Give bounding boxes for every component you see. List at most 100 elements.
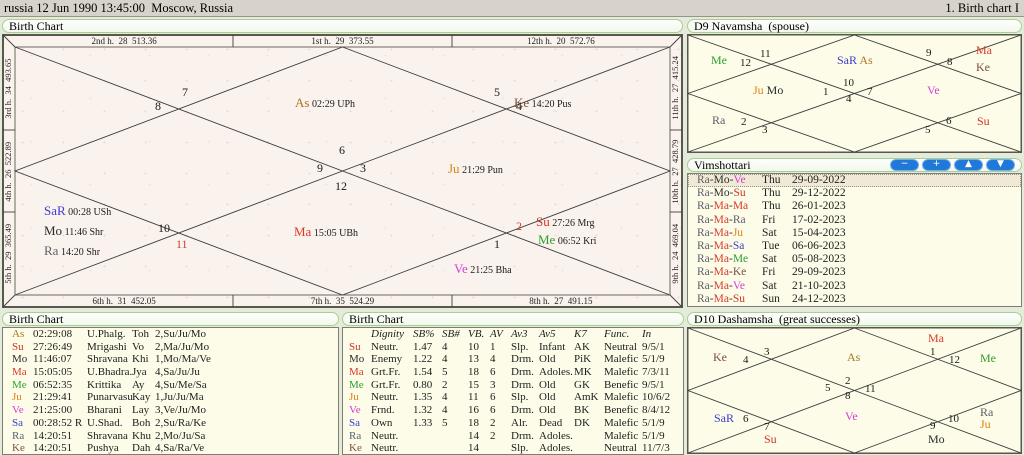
dasha-list[interactable]: Ra-Mo-Ve Thu 29-09-2022 Ra-Mo-Su Thu 29-12-20… xyxy=(687,173,1022,307)
planet-abbr-su: Su xyxy=(349,340,361,353)
table-cell: 4 xyxy=(490,353,496,366)
planet-abbr-ju: Ju xyxy=(349,391,359,404)
house-strength-label: 3rd h. 34 493.65 xyxy=(3,58,13,119)
planet-label: Ma xyxy=(928,331,944,345)
table-row: Ju 21:29:41 Punarvasu Kay 1,Ju/Ju/Ma xyxy=(3,391,338,404)
table-row: Su 27:26:49 Mrigashi Vo 2,Ma/Ju/Mo xyxy=(3,341,338,354)
table-cell: U.Bhadra. xyxy=(87,366,133,379)
panel-header-strengths: Birth Chart xyxy=(342,312,684,326)
table-cell: 8/4/12 xyxy=(642,404,671,417)
dasha-row[interactable]: Ra-Ma-Su Sun 24-12-2023 xyxy=(688,293,1021,306)
table-cell: 1.33 xyxy=(413,416,433,429)
table-cell: Dah xyxy=(132,442,151,455)
house-number: 10 xyxy=(843,77,854,89)
house-number: 4 xyxy=(846,93,852,105)
dasha-row[interactable]: Ra-Ma-Me Sat 05-08-2023 xyxy=(688,253,1021,266)
dasha-lords: Ra-Mo-Ve xyxy=(697,174,746,186)
planet-abbr-ju: Ju xyxy=(448,161,460,176)
planet-abbr-sa: Sa xyxy=(12,416,23,429)
dasha-date: 06-06-2023 xyxy=(792,239,846,252)
planet-label: Su xyxy=(764,432,777,446)
table-cell: Drm. xyxy=(511,404,534,417)
table-cell: 2,Su/Ra/Ke xyxy=(155,416,207,429)
table-cell: Slp. xyxy=(511,391,529,404)
planet-abbr-ju: Ju xyxy=(980,417,991,431)
table-row: Ju Neutr. 1.35 4 11 6 Slp. Old AmK Malefic 10/6/2 xyxy=(343,391,683,404)
house-number: 3 xyxy=(762,124,768,136)
house-number: 11 xyxy=(760,48,771,60)
planet-abbr-ra: Ra xyxy=(44,243,59,258)
dasha-row[interactable]: Ra-Ma-Sa Tue 06-06-2023 xyxy=(688,240,1021,253)
table-cell: Khi xyxy=(132,353,149,366)
positions-table-panel: Birth Chart As 02:29:08 U.Phalg. Toh 2,Su/Ju… xyxy=(2,312,339,455)
table-row: Sa 00:28:52 R U.Shad. Boh 2,Su/Ra/Ke xyxy=(3,417,338,430)
dasha-date: 15-04-2023 xyxy=(792,226,846,239)
planet-label: Me 06:52 Kri xyxy=(538,233,596,248)
table-cell: 5/1/9 xyxy=(642,429,665,442)
table-cell: Frnd. xyxy=(371,404,395,417)
dasha-row[interactable]: Ra-Mo-Ve Thu 29-09-2022 xyxy=(688,174,1021,188)
dasha-toolbar: − + ▲ ▼ xyxy=(890,159,1015,171)
planet-detail: 14:20 Shr xyxy=(58,247,101,258)
table-cell: Grt.Fr. xyxy=(371,378,401,391)
jhora-window: russia 12 Jun 1990 13:45:00 Moscow, Russ… xyxy=(0,0,1024,455)
strengths-table-panel: Birth Chart Dignity SB% SB# VB. AV Av3 Av5 K7 Fu… xyxy=(342,312,684,455)
table-cell: 5/1/9 xyxy=(642,353,665,366)
dasha-row[interactable]: Ra-Mo-Su Thu 29-12-2022 xyxy=(688,187,1021,200)
dasha-up-button[interactable]: ▲ xyxy=(954,159,983,171)
planet-abbr-ma: Ma xyxy=(349,366,364,379)
dasha-date: 21-10-2023 xyxy=(792,279,846,292)
column-header: Av3 xyxy=(511,328,528,340)
table-row: Ma Grt.Fr. 1.54 5 18 6 Drm. Adoles. MK Malefic 7/3… xyxy=(343,366,683,379)
table-cell: Enemy xyxy=(371,353,403,366)
table-cell: PiK xyxy=(574,353,592,366)
table-row: Ke Neutr. 14 Slp. Adoles. Neutral 11/7/3 xyxy=(343,442,683,455)
dashamsha-chart[interactable]: 4 3 1 12 5 2 11 8 6 7 9 10 Ke As Ma Me SaR Su Ve Ra Ju Mo xyxy=(687,327,1022,454)
planet-abbr-su: Su xyxy=(977,114,990,128)
table-cell: Dead xyxy=(539,416,563,429)
table-cell: 2,Su/Ju/Mo xyxy=(155,328,207,340)
dasha-plus-button[interactable]: + xyxy=(922,159,951,171)
table-cell: 10 xyxy=(468,340,479,353)
planet-abbr-mo: Mo xyxy=(44,223,63,238)
table-cell: Adoles. xyxy=(539,442,573,455)
table-cell: Adoles. xyxy=(539,429,573,442)
house-number: 9 xyxy=(317,161,323,175)
dasha-row[interactable]: Ra-Ma-Ke Fri 29-09-2023 xyxy=(688,266,1021,279)
planet-abbr-as: As xyxy=(847,350,861,364)
table-row: Ma 15:05:05 U.Bhadra. Jya 4,Sa/Ju/Ju xyxy=(3,366,338,379)
table-cell: 14 xyxy=(468,442,479,455)
dasha-row[interactable]: Ra-Ma-Ju Sat 15-04-2023 xyxy=(688,227,1021,240)
table-cell: 11:46:07 xyxy=(33,353,72,366)
dasha-lords: Ra-Ma-Ju xyxy=(697,226,744,239)
table-cell: Malefic xyxy=(604,353,639,366)
rasi-chart[interactable]: 2nd h. 28 513.36 1st h. 29 373.55 12th h. … xyxy=(2,34,683,308)
planet-label: Mo 11:46 Shr xyxy=(44,224,103,239)
house-number: 11 xyxy=(865,383,876,395)
planet-label: Ju Mo xyxy=(753,83,783,97)
panel-title: D9 Navamsha (spouse) xyxy=(694,19,809,33)
house-strength-label: 9th h. 24 469.04 xyxy=(670,223,680,284)
house-number: 2 xyxy=(845,375,851,387)
table-cell: Bharani xyxy=(87,404,122,417)
dasha-lords: Ra-Ma-Me xyxy=(697,253,749,266)
birth-chart-panel: Birth Chart 2nd h. 28 513.36 1st h. 29 37… xyxy=(2,19,683,308)
planet-abbr-sa: Sa xyxy=(349,416,360,429)
table-row: Me 06:52:35 Krittika Ay 4,Su/Me/Sa xyxy=(3,379,338,392)
panel-title: Vimshottari xyxy=(694,158,751,172)
dasha-row[interactable]: Ra-Ma-Ma Thu 26-01-2023 xyxy=(688,200,1021,213)
dasha-row[interactable]: Ra-Ma-Ra Fri 17-02-2023 xyxy=(688,214,1021,227)
table-cell: Malefic xyxy=(604,429,639,442)
table-cell: Alr. xyxy=(511,416,528,429)
dasha-minus-button[interactable]: − xyxy=(890,159,919,171)
planet-label: Ke xyxy=(713,350,727,364)
dasha-weekday: Thu xyxy=(762,187,781,200)
navamsha-chart[interactable]: 12 11 9 8 1 10 4 7 2 3 5 6 Me SaR As Ma Ke Ju Mo Ve Ra Su xyxy=(687,34,1022,153)
dasha-date: 17-02-2023 xyxy=(792,213,846,226)
planet-detail: 21:29 Pun xyxy=(459,165,503,176)
dasha-row[interactable]: Ra-Ma-Ve Sat 21-10-2023 xyxy=(688,280,1021,293)
house-strength-band-left: 3rd h. 34 493.65 4th h. 26 522.89 5th h. 2… xyxy=(3,47,15,295)
dasha-down-button[interactable]: ▼ xyxy=(986,159,1015,171)
planet-label: SaR xyxy=(714,411,734,425)
table-cell: Krittika xyxy=(87,378,122,391)
